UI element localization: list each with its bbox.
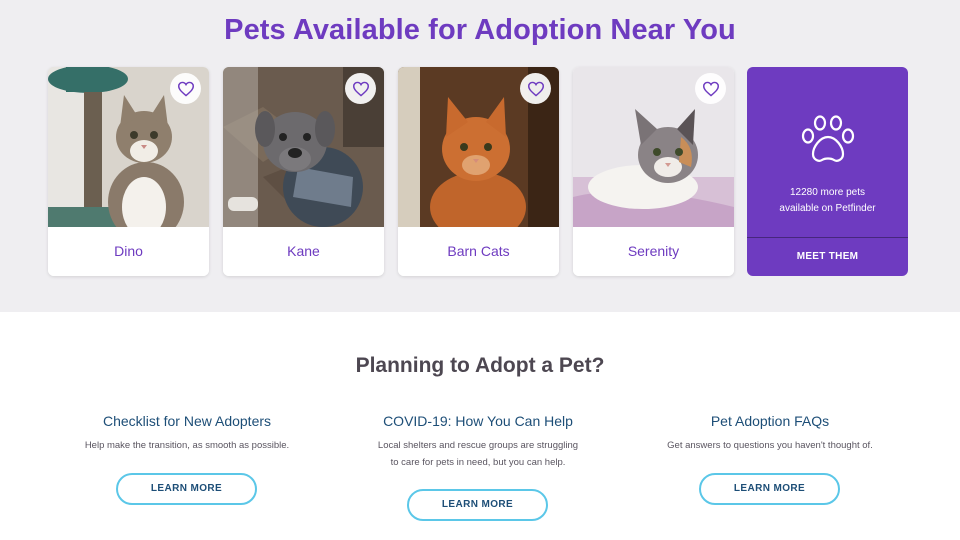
pet-card-dino[interactable]: Dino — [48, 67, 209, 276]
planning-title: Planning to Adopt a Pet? — [355, 354, 605, 377]
pet-name[interactable]: Kane — [223, 243, 384, 259]
checklist-column: Checklist for New Adopters Help make the… — [57, 413, 317, 454]
heart-icon[interactable] — [695, 73, 726, 104]
covid-learn-more-button[interactable]: LEARN MORE — [407, 489, 548, 521]
heart-icon[interactable] — [520, 73, 551, 104]
faq-body: Get answers to questions you haven't tho… — [667, 440, 873, 451]
covid-column: COVID-19: How You Can Help Local shelter… — [348, 413, 608, 471]
paw-icon — [800, 111, 856, 167]
faq-column: Pet Adoption FAQs Get answers to questio… — [640, 413, 900, 454]
section-title: Pets Available for Adoption Near You — [224, 14, 736, 46]
faq-learn-more-button[interactable]: LEARN MORE — [699, 473, 840, 505]
more-pets-text: 12280 more pets available on Petfinder — [747, 185, 908, 217]
pet-card-serenity[interactable]: Serenity — [573, 67, 734, 276]
checklist-heading[interactable]: Checklist for New Adopters — [57, 413, 317, 429]
heart-icon[interactable] — [345, 73, 376, 104]
more-pets-card[interactable]: 12280 more pets available on Petfinder M… — [747, 67, 908, 276]
covid-body-line-1: Local shelters and rescue groups are str… — [377, 440, 579, 451]
faq-heading[interactable]: Pet Adoption FAQs — [640, 413, 900, 429]
adoption-section: Pets Available for Adoption Near You Din… — [0, 0, 960, 312]
pet-card-kane[interactable]: Kane — [223, 67, 384, 276]
checklist-body: Help make the transition, as smooth as p… — [84, 440, 290, 451]
covid-body-line-2: to care for pets in need, but you can he… — [390, 457, 566, 468]
heart-icon[interactable] — [170, 73, 201, 104]
pet-card-barn-cats[interactable]: Barn Cats — [398, 67, 559, 276]
pet-name[interactable]: Dino — [48, 243, 209, 259]
more-pets-count: 12280 more pets — [789, 187, 866, 198]
pet-name[interactable]: Serenity — [573, 243, 734, 259]
more-pets-subtext: available on Petfinder — [779, 203, 876, 214]
pet-name[interactable]: Barn Cats — [398, 243, 559, 259]
meet-them-button[interactable]: MEET THEM — [747, 238, 908, 276]
covid-heading[interactable]: COVID-19: How You Can Help — [348, 413, 608, 429]
checklist-learn-more-button[interactable]: LEARN MORE — [116, 473, 257, 505]
